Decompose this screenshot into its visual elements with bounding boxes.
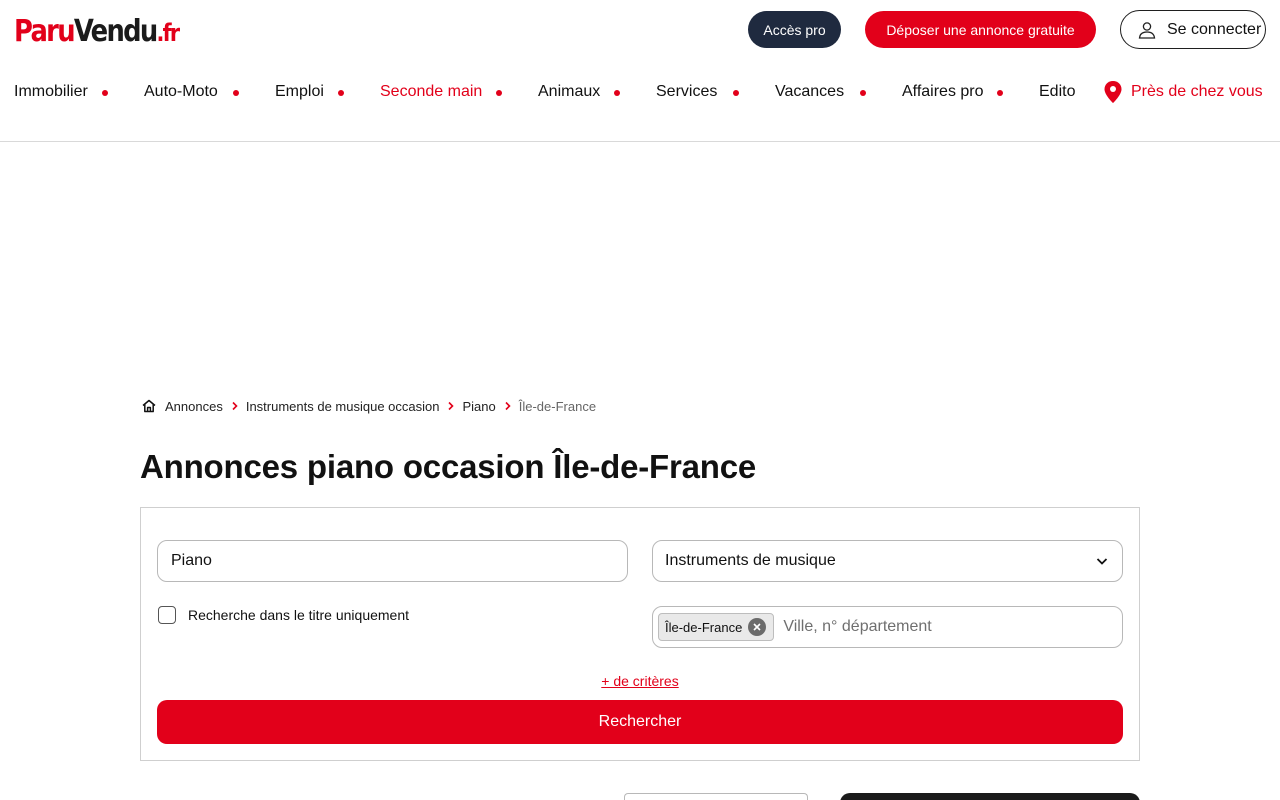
nav-separator	[496, 90, 502, 96]
location-input[interactable]	[783, 618, 1084, 636]
title-only-option: Recherche dans le titre uniquement	[158, 606, 409, 624]
page-title: Annonces piano occasion Île-de-France	[140, 448, 757, 485]
alert-button[interactable]	[840, 793, 1140, 800]
nav-separator	[338, 90, 344, 96]
logo-part-1: Paru	[14, 14, 76, 49]
sort-select[interactable]	[624, 793, 808, 800]
pro-access-button[interactable]: Accès pro	[748, 11, 841, 48]
search-button[interactable]: Rechercher	[157, 700, 1123, 744]
breadcrumb: Annonces Instruments de musique occasion…	[141, 397, 596, 415]
nav-separator	[860, 90, 866, 96]
title-only-checkbox[interactable]	[158, 606, 176, 624]
near-me-link[interactable]: Près de chez vous	[1103, 80, 1263, 104]
chevron-right-icon	[228, 399, 242, 413]
home-icon[interactable]	[141, 398, 157, 414]
category-value: Instruments de musique	[665, 552, 836, 569]
login-label: Se connecter	[1167, 20, 1262, 38]
search-form: Piano Instruments de musique Recherche d…	[140, 507, 1140, 761]
nav-item-edito[interactable]: Edito	[1039, 80, 1075, 104]
user-icon	[1137, 20, 1157, 40]
category-select[interactable]: Instruments de musique	[652, 540, 1123, 582]
breadcrumb-item[interactable]: Piano	[462, 399, 495, 414]
location-tag: Île-de-France	[658, 613, 775, 641]
near-me-label: Près de chez vous	[1131, 83, 1263, 100]
nav-separator	[102, 90, 108, 96]
more-criteria-link[interactable]: + de critères	[601, 673, 678, 689]
chevron-down-icon	[1094, 553, 1110, 569]
nav-separator	[233, 90, 239, 96]
title-only-label[interactable]: Recherche dans le titre uniquement	[188, 607, 409, 623]
chevron-right-icon	[501, 399, 515, 413]
logo-part-3: .fr	[156, 19, 181, 47]
location-field[interactable]: Île-de-France	[652, 606, 1123, 648]
clear-icon[interactable]	[748, 618, 767, 636]
site-header: Paru Vendu .fr Accès pro Déposer une ann…	[0, 0, 1280, 142]
nav-item-auto-moto[interactable]: Auto-Moto	[144, 80, 218, 104]
breadcrumb-item[interactable]: Instruments de musique occasion	[246, 399, 440, 414]
nav-item-vacances[interactable]: Vacances	[775, 80, 844, 104]
post-ad-button[interactable]: Déposer une annonce gratuite	[865, 11, 1096, 48]
keyword-value: Piano	[171, 552, 212, 569]
chevron-right-icon	[444, 399, 458, 413]
more-criteria-link-row: + de critères	[141, 673, 1139, 689]
nav-item-immobilier[interactable]: Immobilier	[14, 80, 88, 104]
nav-separator	[997, 90, 1003, 96]
location-pin-icon	[1103, 80, 1123, 104]
breadcrumb-current: Île-de-France	[518, 398, 597, 414]
nav-item-services[interactable]: Services	[656, 80, 717, 104]
keyword-input[interactable]: Piano	[157, 540, 628, 582]
nav-item-affaires-pro[interactable]: Affaires pro	[902, 80, 984, 104]
breadcrumb-item[interactable]: Annonces	[165, 399, 223, 414]
nav-separator	[614, 90, 620, 96]
nav-item-seconde-main[interactable]: Seconde main	[380, 80, 482, 104]
nav-item-emploi[interactable]: Emploi	[275, 80, 324, 104]
login-button[interactable]: Se connecter	[1120, 10, 1266, 49]
logo-part-2: Vendu	[73, 14, 158, 49]
main-nav: Immobilier Auto-Moto Emploi Seconde main…	[0, 80, 1280, 104]
site-logo[interactable]: Paru Vendu .fr	[14, 14, 181, 49]
nav-item-animaux[interactable]: Animaux	[538, 80, 600, 104]
location-tag-label: Île-de-France	[665, 619, 743, 635]
nav-separator	[733, 90, 739, 96]
